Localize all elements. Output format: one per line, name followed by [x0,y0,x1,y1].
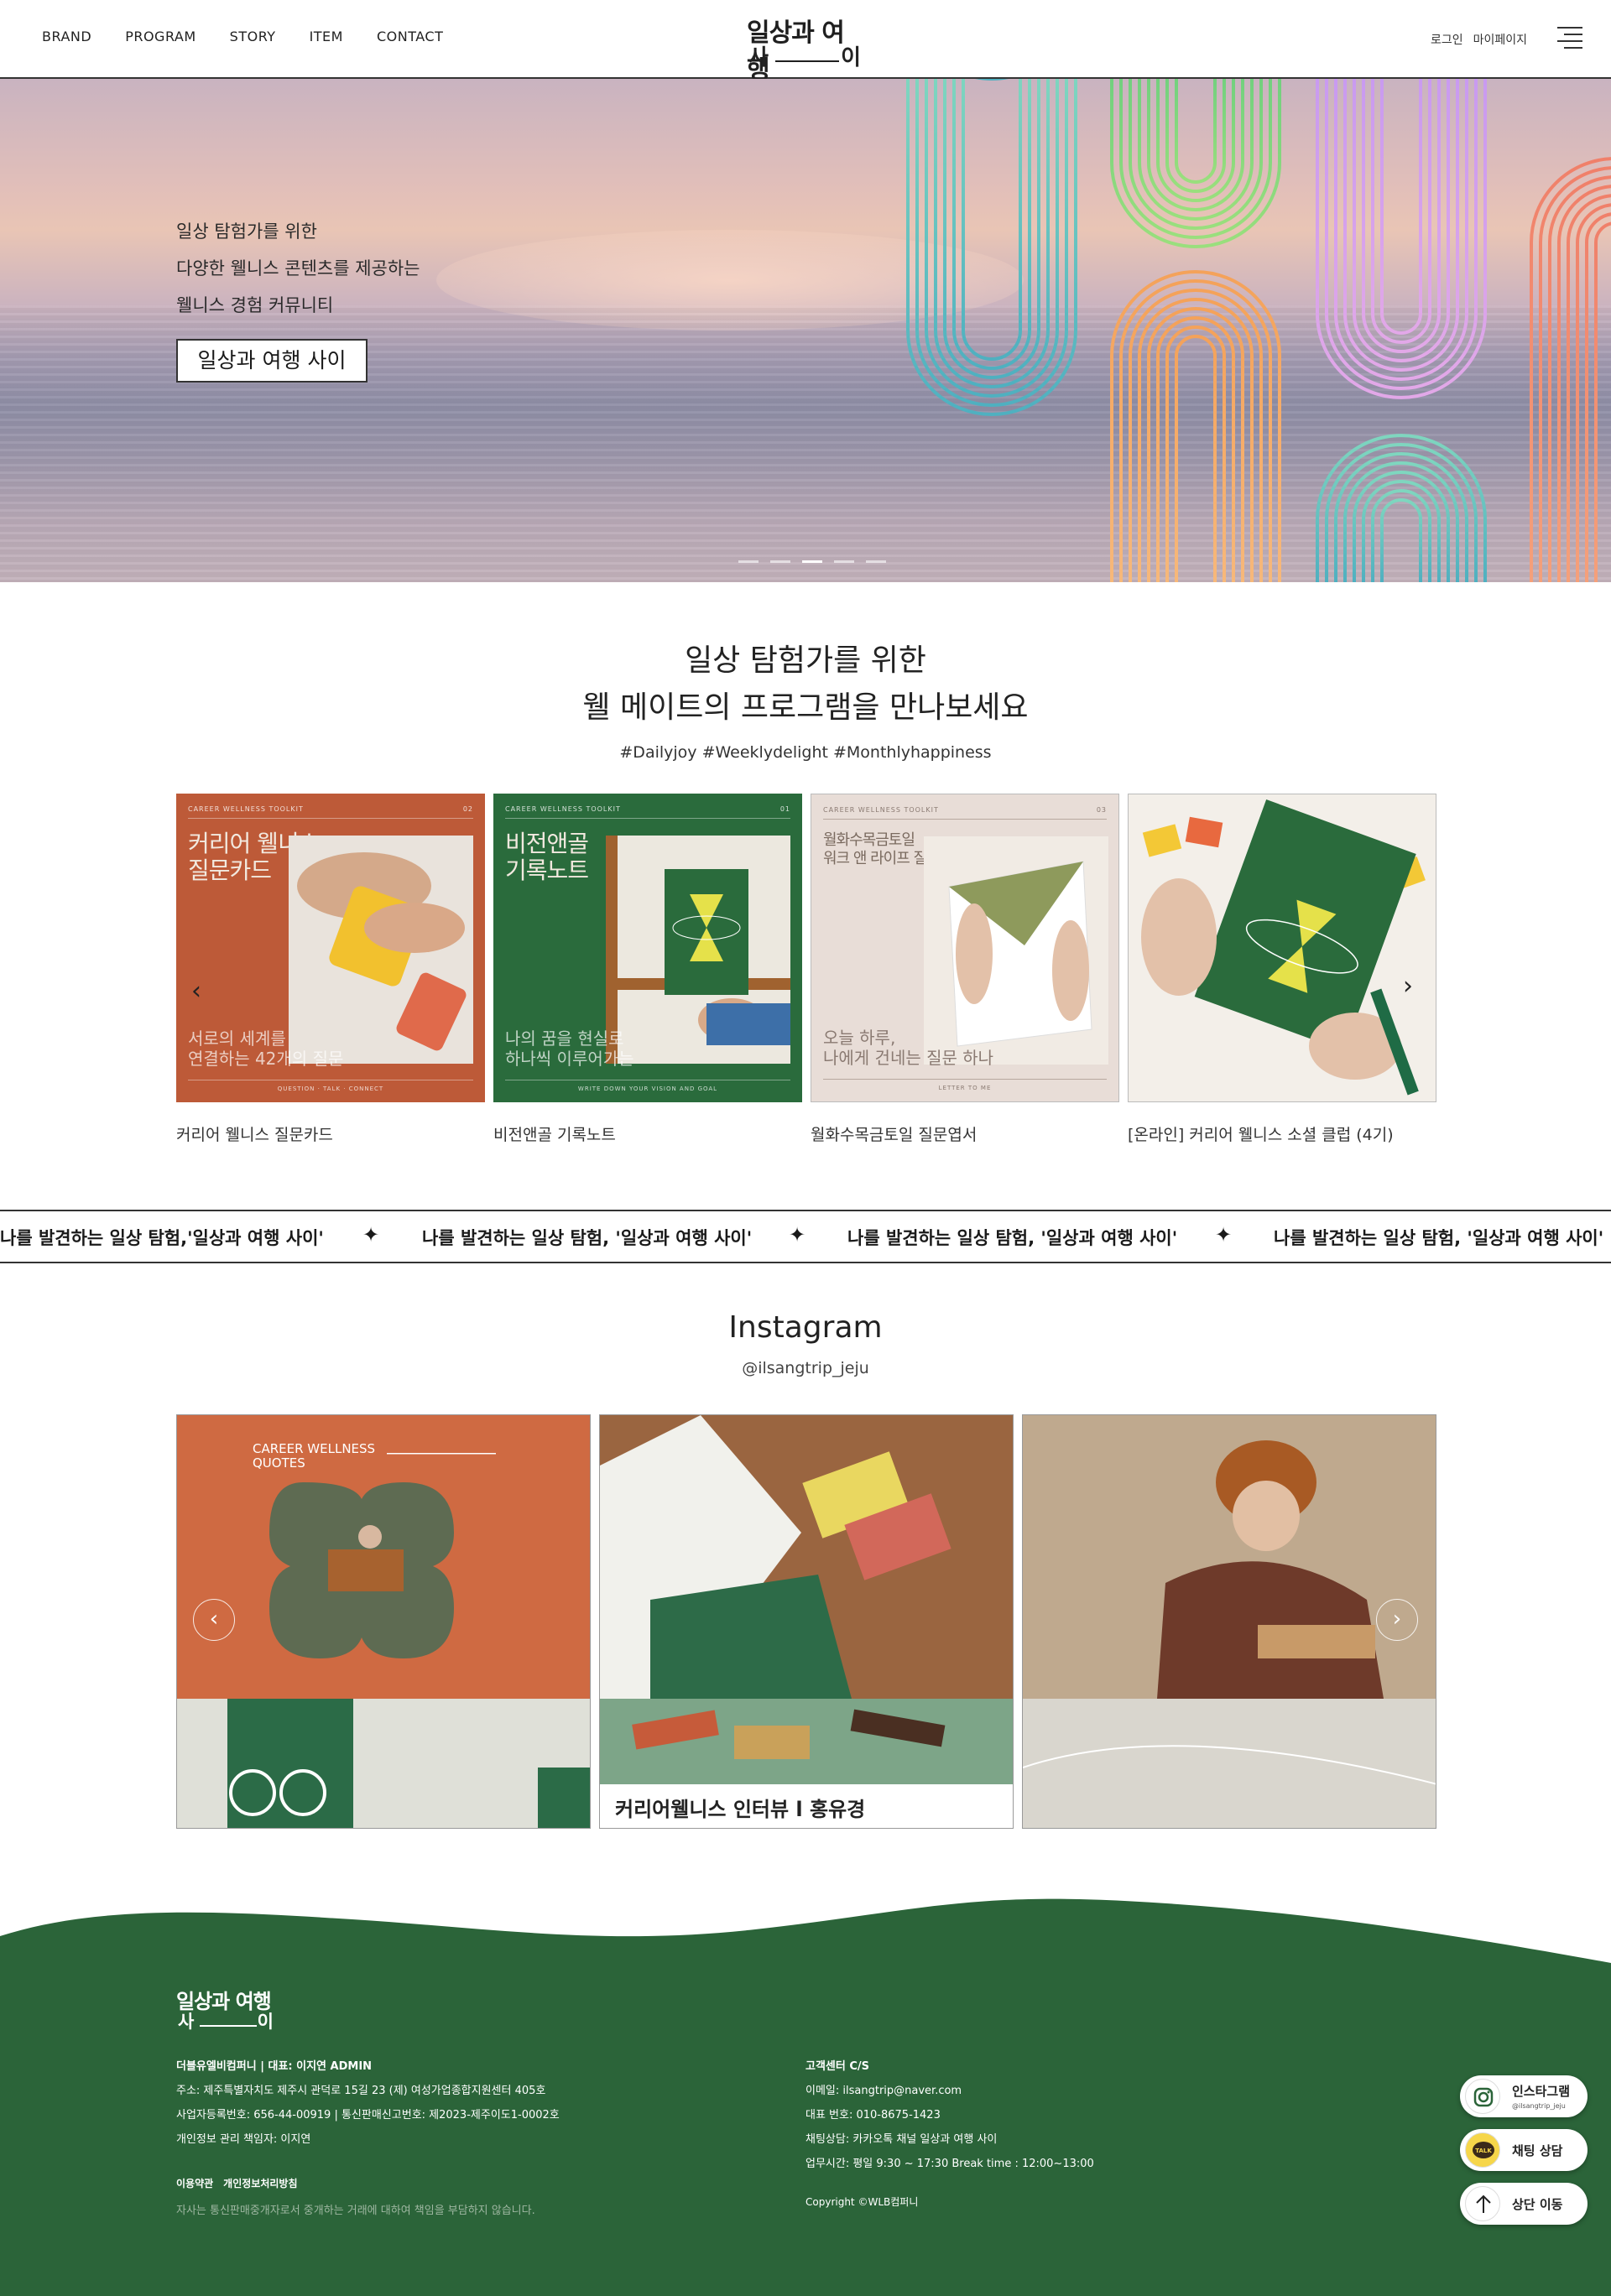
arch-stroke [1353,471,1450,582]
arch-stroke [1325,443,1478,582]
program-hashtags: #Dailyjoy #Weeklydelight #Monthlyhappine… [619,743,992,762]
login-link[interactable]: 로그인 [1431,31,1463,48]
sparkle-icon: ✦ [362,1223,380,1247]
hero-line-2: 다양한 웰니스 콘텐츠를 제공하는 [176,258,420,279]
chevron-left-icon[interactable]: ‹ [193,1599,235,1641]
arch-stroke [1362,480,1441,582]
program-section-title: 일상 탐험가를 위한 웰 메이트의 프로그램을 만나보세요 [582,643,1029,725]
hero-line-3: 웰니스 경험 커뮤니티 [176,295,334,315]
card-label[interactable]: 비전앤골 기록노트 [493,1122,616,1145]
card-subtitle: 오늘 하루, 나에게 건네는 질문 하나 [823,1028,994,1068]
card-label[interactable]: [온라인] 커리어 웰니스 소셜 클럽 (4기) [1128,1122,1394,1145]
instagram-post[interactable]: CAREER WELLNESS QUOTES [176,1414,591,1829]
card-label[interactable]: 커리어 웰니스 질문카드 [176,1122,333,1145]
customer-center-info: 고객센터 C/S 이메일: ilsangtrip@naver.com 대표 번호… [806,2060,1094,2170]
arch-stroke [1316,434,1487,582]
program-card-vision-note[interactable]: CAREER WELLNESS TOOLKIT 01 비전앤골 기록노트 나의 꿈… [493,794,802,1102]
instagram-post[interactable]: 커리어웰니스 인터뷰 l 홍유경 [599,1414,1014,1829]
arch-stroke [1316,79,1487,399]
card-photo [1129,794,1436,1101]
marquee-text: 나를 발견하는 일상 탐험, '일상과 여행 사이' [847,1228,1178,1248]
arch-stroke [1380,498,1422,582]
hero-line-1: 일상 탐험가를 위한 [176,221,317,242]
post-caption: 커리어웰니스 인터뷰 l 홍유경 [600,1784,1013,1828]
company-info: 더블유엘비컴퍼니 | 대표: 이지연 ADMIN 주소: 제주특별자치도 제주시… [176,2060,560,2146]
hero-cta-button[interactable]: 일상과 여행 사이 [176,339,368,383]
privacy-link[interactable]: 개인정보처리방침 [223,2176,297,2190]
instagram-handle[interactable]: @ilsangtrip_jeju [0,1359,1611,1377]
instagram-section-title: Instagram [728,1310,883,1345]
nav-item[interactable]: ITEM [310,29,343,44]
arch-stroke [1119,79,1272,239]
terms-link[interactable]: 이용약관 [176,2176,213,2190]
arch-stroke [915,79,1068,407]
arch-stroke [952,79,1031,370]
arch-stroke [1175,335,1217,582]
logo-text-left: 사 [748,45,769,70]
slide-dot[interactable] [834,560,854,563]
marquee-banner: 나를 발견하는 일상 탐험,'일상과 여행 사이' ✦ 나를 발견하는 일상 탐… [0,1210,1611,1263]
slide-dot[interactable] [866,560,886,563]
arch-stroke [1585,212,1611,582]
card-title: 비전앤골 기록노트 [505,830,589,884]
chevron-right-icon[interactable]: › [1403,971,1413,1001]
card-subtitle: 서로의 세계를 연결하는 42개의 질문 [188,1028,344,1069]
instagram-post[interactable] [1022,1414,1436,1829]
site-logo[interactable]: 일상과 여행 사 이 [747,12,864,85]
sparkle-icon: ✦ [1215,1223,1233,1247]
site-header: BRAND PROGRAM STORY ITEM CONTACT 일상과 여행 … [0,0,1611,85]
arch-stroke [962,79,1022,361]
arch-stroke [906,79,1077,416]
arch-pattern-graphic [906,79,1611,582]
arch-stroke [943,79,1040,379]
instagram-quick-button[interactable]: 인스타그램 @ilsangtrip_jeju [1460,2075,1588,2117]
arch-stroke [1380,79,1422,335]
chevron-right-icon[interactable]: › [1376,1599,1418,1641]
sparkle-icon: ✦ [789,1223,806,1247]
card-label[interactable]: 월화수목금토일 질문엽서 [811,1122,977,1145]
program-card-question-cards[interactable]: CAREER WELLNESS TOOLKIT 02 커리어 웰니스 질문카드 서… [176,794,485,1102]
nav-contact[interactable]: CONTACT [377,29,443,44]
mypage-link[interactable]: 마이페이지 [1473,31,1527,48]
arch-stroke [1175,79,1217,184]
hero-copy: 일상 탐험가를 위한 다양한 웰니스 콘텐츠를 제공하는 웰니스 경험 커뮤니티 [176,213,420,324]
marquee-text: 나를 발견하는 일상 탐험, '일상과 여행 사이' [1274,1228,1604,1248]
footer-logo[interactable]: 일상과 여행 사 이 [176,1985,277,2032]
chevron-left-icon[interactable]: ‹ [191,976,201,1006]
footer-notice: 자사는 통신판매중개자로서 중개하는 거래에 대하여 책임을 부담하지 않습니다… [176,2205,535,2217]
marquee-text: 나를 발견하는 일상 탐험, '일상과 여행 사이' [422,1228,753,1248]
chat-consult-button[interactable]: TALK 채팅 상담 [1460,2129,1588,2171]
arch-stroke [1594,221,1611,582]
post-overlay-text: CAREER WELLNESS QUOTES [253,1441,376,1471]
scroll-top-button[interactable]: 상단 이동 [1460,2183,1588,2225]
hero-banner: 일상 탐험가를 위한 다양한 웰니스 콘텐츠를 제공하는 웰니스 경험 커뮤니티… [0,79,1611,582]
footer-links: 이용약관 개인정보처리방침 [176,2176,298,2190]
copyright: Copyright ©WLB컴퍼니 [806,2196,919,2208]
slide-dot[interactable] [738,560,759,563]
arch-stroke [1353,79,1450,362]
arch-stroke [1147,307,1244,582]
kakao-talk-icon: TALK [1465,2132,1500,2168]
program-card-postcards[interactable]: CAREER WELLNESS TOOLKIT 03 월화수목금토일 워크 앤 라… [811,794,1119,1102]
card-subtitle: 나의 꿈을 현실로 하나씩 이루어가는 [505,1028,634,1069]
marquee-text: 나를 발견하는 일상 탐험,'일상과 여행 사이' [0,1228,324,1248]
program-card-social-club[interactable] [1128,794,1436,1102]
arrow-up-icon [1465,2186,1500,2221]
main-nav: BRAND PROGRAM STORY ITEM CONTACT [42,29,443,44]
nav-story[interactable]: STORY [230,29,276,44]
slider-pagination [738,560,886,563]
instagram-icon [1465,2079,1500,2114]
arch-stroke [1156,316,1235,582]
slide-dot[interactable] [770,560,790,563]
hamburger-menu-icon[interactable] [1557,27,1582,50]
nav-program[interactable]: PROGRAM [125,29,196,44]
arch-stroke [1567,194,1611,582]
logo-text-right: 이 [841,45,861,70]
slide-dot[interactable] [802,560,822,563]
nav-brand[interactable]: BRAND [42,29,91,44]
utility-links: 로그인 마이페이지 [1431,31,1527,48]
svg-text:TALK: TALK [1475,2148,1492,2154]
arch-stroke [1110,79,1281,248]
arch-stroke [1362,79,1441,353]
